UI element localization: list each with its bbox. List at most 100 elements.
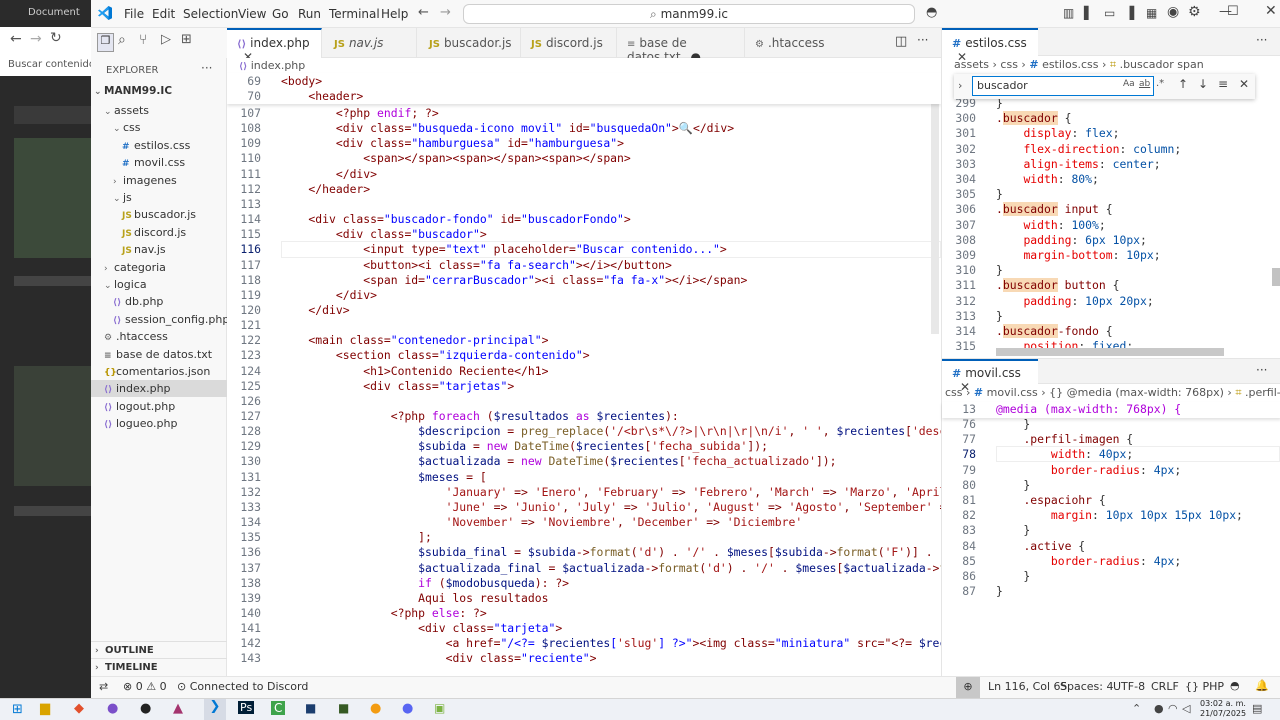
- gear-icon[interactable]: ⚙: [1188, 4, 1201, 20]
- breadcrumb-part[interactable]: movil.css: [987, 386, 1038, 399]
- problems-indicator[interactable]: ⊗ 0 ⚠ 0: [123, 680, 167, 693]
- tab-discord-js[interactable]: JS discord.js: [521, 28, 617, 58]
- workspace-root[interactable]: ⌄ MANM99.IC: [91, 85, 227, 102]
- css-code-line[interactable]: border-radius: 4px;: [996, 554, 1181, 568]
- code-line[interactable]: <a href="/<?= $recientes['slug'] ?>"><im…: [281, 636, 941, 651]
- match-case-icon[interactable]: Aa: [1123, 79, 1135, 89]
- code-line[interactable]: <div class="tarjeta">: [281, 621, 562, 636]
- find-in-selection-icon[interactable]: ≡: [1218, 77, 1228, 91]
- line-ending[interactable]: CRLF: [1151, 680, 1179, 693]
- breadcrumb-part[interactable]: css: [1000, 58, 1018, 71]
- more-actions-icon[interactable]: ···: [201, 61, 212, 75]
- copilot-icon[interactable]: ◓: [1230, 679, 1240, 692]
- file-item[interactable]: {}comentarios.json: [91, 363, 227, 380]
- forward-arrow-icon[interactable]: →: [30, 31, 42, 47]
- source-control-icon[interactable]: ⑂: [139, 32, 147, 48]
- code-line[interactable]: <div class="buscador-fondo" id="buscador…: [281, 212, 630, 227]
- tab-nav-js[interactable]: JS nav.js: [322, 28, 417, 58]
- microphone-icon[interactable]: ●: [1154, 702, 1164, 715]
- code-editor[interactable]: ⟨⟩ index.php 69 <body> 70 <header> 107 <…: [227, 58, 941, 676]
- css-code-line[interactable]: margin-bottom: 10px;: [996, 248, 1160, 262]
- customize-layout-icon[interactable]: ▥: [1063, 6, 1074, 20]
- search-view-icon[interactable]: ⌕: [118, 32, 126, 48]
- css-code-line[interactable]: .buscador {: [996, 111, 1071, 126]
- file-explorer-icon[interactable]: ▆: [40, 701, 50, 716]
- whole-word-icon[interactable]: ab: [1139, 79, 1150, 89]
- code-line[interactable]: 'June' => 'Junio', 'July' => 'Julio', 'A…: [281, 500, 941, 515]
- sticky-line[interactable]: <body>: [281, 74, 322, 89]
- previous-match-icon[interactable]: ↑: [1178, 77, 1188, 91]
- browser-tab[interactable]: Document: [0, 0, 91, 27]
- windows-start-icon[interactable]: ⊞: [12, 702, 23, 717]
- notification-center-icon[interactable]: ▤: [1252, 702, 1262, 715]
- tab-movil-css[interactable]: # movil.css ✕: [942, 359, 1038, 394]
- more-actions-icon[interactable]: ···: [917, 33, 928, 47]
- code-line[interactable]: <div class="reciente">: [281, 651, 597, 666]
- code-line[interactable]: 'January' => 'Enero', 'February' => 'Feb…: [281, 485, 941, 500]
- close-window-icon[interactable]: ✕: [1265, 3, 1277, 19]
- css-code-line[interactable]: display: flex;: [996, 126, 1119, 140]
- code-line[interactable]: $meses = [: [281, 470, 487, 485]
- breadcrumb-part[interactable]: css: [945, 386, 963, 399]
- close-find-icon[interactable]: ✕: [1239, 77, 1249, 91]
- code-line[interactable]: </div>: [281, 288, 377, 303]
- code-line[interactable]: $actualizada_final = $actualizada->forma…: [281, 561, 941, 576]
- menu-terminal[interactable]: Terminal: [329, 7, 380, 21]
- code-line[interactable]: <?php foreach ($resultados as $recientes…: [281, 409, 679, 424]
- nav-back-icon[interactable]: ←: [418, 5, 429, 20]
- app-icon[interactable]: ●: [140, 701, 151, 716]
- more-actions-icon[interactable]: ···: [1256, 363, 1267, 377]
- breadcrumb-file[interactable]: index.php: [251, 59, 306, 72]
- discord-status[interactable]: ⊙ Connected to Discord: [177, 680, 308, 693]
- code-line[interactable]: <h1>Contenido Reciente</h1>: [281, 364, 548, 379]
- toggle-sidebar-icon[interactable]: ▌: [1084, 6, 1093, 20]
- more-actions-icon[interactable]: ···: [1256, 33, 1267, 47]
- layout-grid-icon[interactable]: ▦: [1146, 6, 1157, 20]
- breadcrumb-part[interactable]: {} @media (max-width: 768px): [1049, 386, 1224, 399]
- css-code-line[interactable]: }: [996, 263, 1003, 277]
- volume-icon[interactable]: ◁: [1182, 702, 1190, 715]
- file-item[interactable]: JS buscador.js: [91, 206, 227, 223]
- code-line[interactable]: <?php endif; ?>: [281, 106, 439, 121]
- css-code-line[interactable]: }: [996, 478, 1030, 492]
- extensions-icon[interactable]: ⊞: [181, 32, 192, 47]
- code-line[interactable]: $subida_final = $subida->format('d') . '…: [281, 545, 941, 560]
- file-item[interactable]: ⟨⟩ db.php: [91, 293, 227, 310]
- explorer-icon[interactable]: ❐: [97, 33, 114, 52]
- menu-help[interactable]: Help: [381, 7, 408, 21]
- css-code-line[interactable]: .espaciohr {: [996, 493, 1105, 507]
- code-line[interactable]: <span id="cerrarBuscador"><i class="fa f…: [281, 273, 747, 288]
- editor-scrollbar[interactable]: [931, 104, 939, 334]
- remote-icon[interactable]: ⇄: [99, 680, 108, 693]
- minecraft-icon[interactable]: ■: [338, 701, 349, 715]
- menu-file[interactable]: File: [124, 7, 144, 21]
- css-code-line[interactable]: }: [996, 309, 1003, 323]
- encoding[interactable]: UTF-8: [1113, 680, 1145, 693]
- tab-estilos-css[interactable]: # estilos.css ✕: [942, 28, 1038, 64]
- css-code-line[interactable]: }: [996, 417, 1030, 431]
- chevron-right-icon[interactable]: ›: [958, 79, 962, 92]
- css-code-line[interactable]: padding: 6px 10px;: [996, 233, 1146, 247]
- regex-icon[interactable]: .*: [1156, 78, 1164, 89]
- file-item[interactable]: # estilos.css: [91, 137, 227, 154]
- code-line[interactable]: ];: [281, 530, 432, 545]
- app-icon[interactable]: C: [271, 701, 286, 715]
- file-item[interactable]: ⟨⟩ session_config.php: [91, 311, 229, 328]
- file-item[interactable]: ⟨⟩ logout.php: [91, 398, 227, 415]
- clock[interactable]: 03:02 a. m. 21/07/2025: [1200, 699, 1246, 719]
- code-line[interactable]: <div class="busqueda-icono movil" id="bu…: [281, 121, 734, 136]
- outline-section[interactable]: › OUTLINE: [91, 641, 227, 658]
- nav-forward-icon[interactable]: →: [440, 5, 451, 20]
- toggle-panel-icon[interactable]: ▭: [1104, 6, 1115, 20]
- code-line[interactable]: <?php else: ?>: [281, 606, 487, 621]
- menu-view[interactable]: View: [238, 7, 266, 21]
- back-arrow-icon[interactable]: ←: [10, 31, 22, 47]
- css-code-line[interactable]: .buscador-fondo {: [996, 324, 1113, 338]
- horizontal-scrollbar[interactable]: [996, 348, 1224, 356]
- zoom-icon[interactable]: ⊕: [956, 677, 980, 698]
- tab-buscador-js[interactable]: JS buscador.js: [417, 28, 521, 58]
- maximize-icon[interactable]: ☐: [1227, 4, 1239, 19]
- css-code-line[interactable]: .perfil-imagen {: [996, 432, 1133, 446]
- file-item[interactable]: ⚙ .htaccess: [91, 328, 227, 345]
- next-match-icon[interactable]: ↓: [1198, 77, 1208, 91]
